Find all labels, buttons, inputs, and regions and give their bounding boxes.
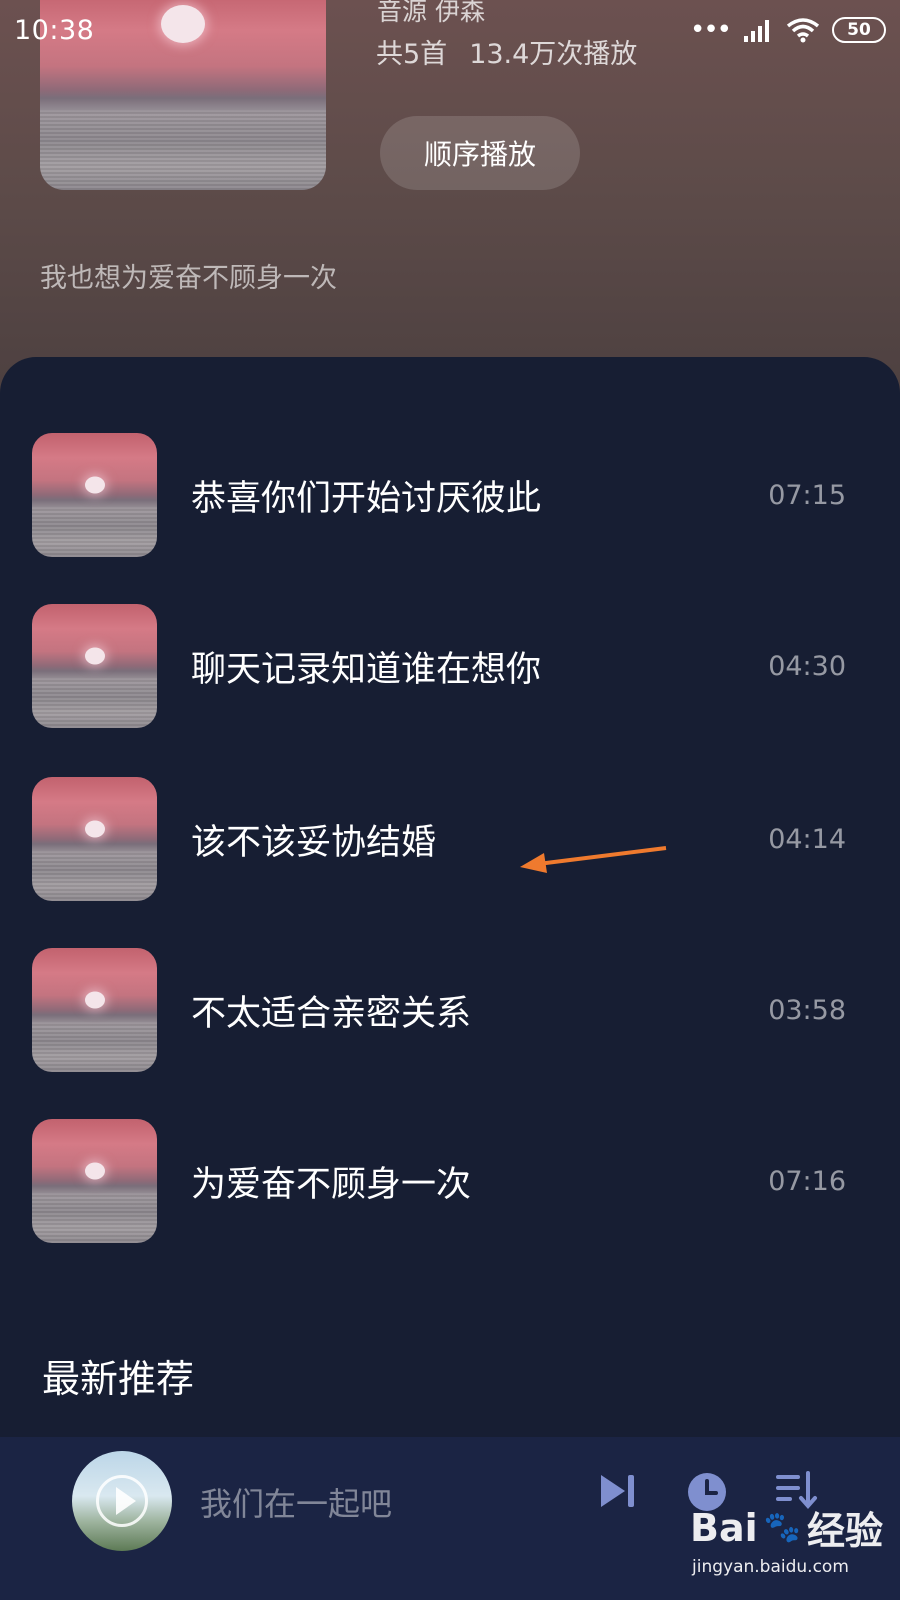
- status-time: 10:38: [14, 14, 95, 46]
- song-title: 恭喜你们开始讨厌彼此: [191, 478, 542, 519]
- album-description: 我也想为爱奋不顾身一次: [40, 263, 337, 294]
- song-title: 聊天记录知道谁在想你: [191, 649, 542, 690]
- song-row[interactable]: 恭喜你们开始讨厌彼此 07:15: [0, 433, 900, 557]
- arrow-annotation-icon: [520, 846, 667, 873]
- song-row[interactable]: 聊天记录知道谁在想你 04:30: [0, 604, 900, 728]
- paw-icon: 🐾: [763, 1510, 801, 1545]
- next-icon[interactable]: [598, 1471, 638, 1511]
- song-cover: [32, 777, 157, 901]
- more-dots-icon: •••: [689, 15, 732, 45]
- song-row[interactable]: 该不该妥协结婚 04:14: [0, 777, 900, 901]
- song-cover: [32, 433, 157, 557]
- watermark-url: jingyan.baidu.com: [692, 1557, 849, 1577]
- song-duration: 07:16: [768, 1165, 846, 1197]
- watermark-brand-b: 经验: [807, 1509, 884, 1553]
- song-row[interactable]: 为爱奋不顾身一次 07:16: [0, 1119, 900, 1243]
- mini-player-cover[interactable]: [72, 1451, 172, 1551]
- watermark-brand-a: Bai: [690, 1505, 758, 1550]
- song-duration: 04:30: [768, 650, 846, 682]
- play-order-button[interactable]: 顺序播放: [380, 116, 580, 190]
- song-row[interactable]: 不太适合亲密关系 03:58: [0, 948, 900, 1072]
- battery-indicator: 50: [832, 17, 886, 43]
- section-title-recommend: 最新推荐: [42, 1357, 195, 1401]
- wifi-icon: [786, 18, 820, 43]
- song-title: 该不该妥协结婚: [191, 822, 437, 863]
- status-bar: 10:38 ••• 50: [0, 0, 900, 60]
- song-duration: 03:58: [768, 994, 846, 1026]
- song-cover: [32, 948, 157, 1072]
- song-duration: 04:14: [768, 823, 846, 855]
- song-duration: 07:15: [768, 479, 846, 511]
- song-title: 不太适合亲密关系: [191, 993, 472, 1034]
- song-cover: [32, 1119, 157, 1243]
- watermark-logo: Bai 🐾 经验 jingyan.baidu.com: [690, 1500, 890, 1590]
- mini-player-title: 我们在一起吧: [200, 1485, 393, 1523]
- song-title: 为爱奋不顾身一次: [191, 1164, 472, 1205]
- song-cover: [32, 604, 157, 728]
- signal-icon: [744, 20, 769, 42]
